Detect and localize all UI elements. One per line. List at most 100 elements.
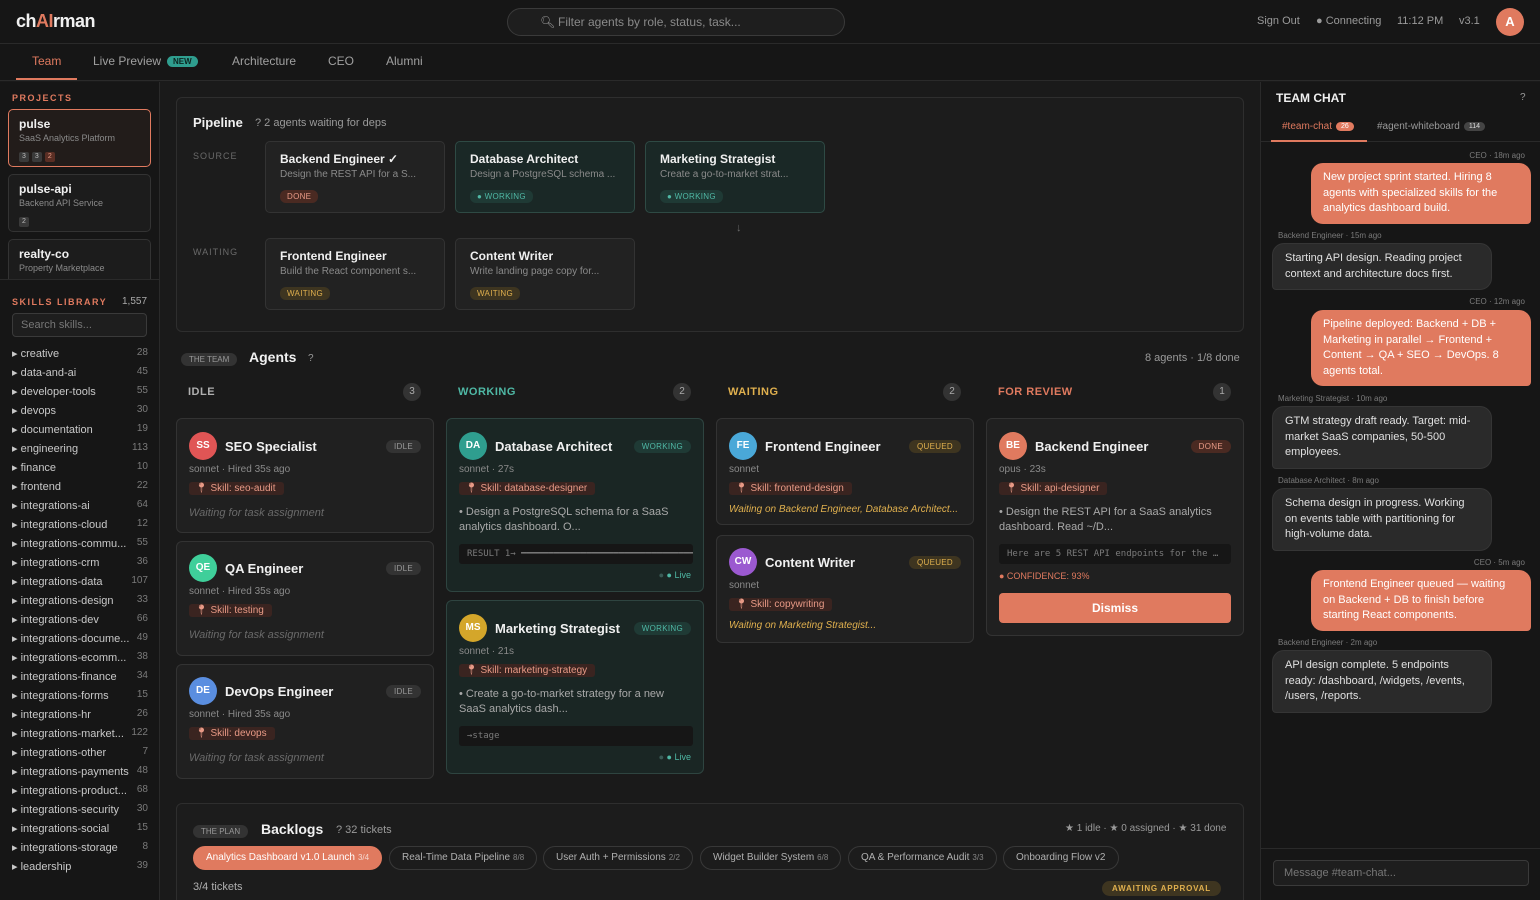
skill-category-name: ▸ integrations-design	[12, 595, 114, 607]
skill-category-item[interactable]: ▸ integrations-product... 68	[12, 784, 148, 803]
agents-help[interactable]: ?	[308, 353, 314, 364]
agent-card-seo-specialist[interactable]: SS SEO Specialist IDLE sonnet · Hired 35…	[176, 418, 434, 533]
agent-card-devops-engineer[interactable]: DE DevOps Engineer IDLE sonnet · Hired 3…	[176, 664, 434, 779]
agent-meta: sonnet · 27s	[459, 464, 515, 475]
skill-category-item[interactable]: ▸ integrations-finance 34	[12, 670, 148, 689]
version-label: v3.1	[1459, 15, 1480, 27]
chat-tab-agent-whiteboard[interactable]: #agent-whiteboard 114	[1377, 121, 1486, 132]
tab-architecture[interactable]: Architecture	[232, 54, 296, 68]
agent-card-backend-engineer[interactable]: BE Backend Engineer DONE opus · 23s 📍︎ S…	[986, 418, 1244, 636]
chat-tabs: #team-chat 26 #agent-whiteboard 114	[1261, 115, 1540, 142]
skill-category-name: ▸ integrations-data	[12, 576, 103, 588]
column-count: 2	[673, 383, 691, 401]
chat-tab-team-chat[interactable]: #team-chat 26	[1282, 121, 1354, 132]
tab-live-preview[interactable]: Live Preview NEW	[93, 54, 198, 68]
skill-category-item[interactable]: ▸ integrations-ecomm... 38	[12, 651, 148, 670]
sign-out-link[interactable]: Sign Out	[1257, 15, 1300, 27]
pipeline-card-database-architect[interactable]: Database Architect Design a PostgreSQL s…	[455, 141, 635, 213]
agent-result-preview[interactable]: RESULT 1→ ━━━━━━━━━━━━━━━━━━━━━━━━━━━━━━…	[459, 544, 693, 564]
chat-composer: Message #team-chat...	[1261, 848, 1540, 900]
skill-category-item[interactable]: ▸ leadership 39	[12, 860, 148, 879]
skill-category-item[interactable]: ▸ documentation 19	[12, 423, 148, 442]
agent-meta: opus · 23s	[999, 464, 1046, 475]
agent-task-desc: • Design a PostgreSQL schema for a SaaS …	[459, 506, 669, 533]
skill-category-item[interactable]: ▸ engineering 113	[12, 442, 148, 461]
skill-category-item[interactable]: ▸ developer-tools 55	[12, 385, 148, 404]
source-lane-label: SOURCE	[193, 151, 238, 161]
skill-category-item[interactable]: ▸ frontend 22	[12, 480, 148, 499]
project-name: realty-co	[19, 247, 70, 261]
skill-category-count: 22	[136, 480, 148, 491]
skill-category-item[interactable]: ▸ data-and-ai 45	[12, 366, 148, 385]
agent-avatar: BE	[999, 432, 1027, 460]
skill-category-count: 49	[136, 632, 148, 643]
dismiss-button[interactable]: Dismiss	[999, 593, 1231, 623]
app-logo[interactable]: chAIrman	[16, 11, 96, 32]
skill-category-item[interactable]: ▸ integrations-cloud 12	[12, 518, 148, 537]
backlog-tab-user-auth[interactable]: User Auth + Permissions 2/2	[543, 846, 693, 870]
skill-category-item[interactable]: ▸ integrations-crm 36	[12, 556, 148, 575]
skill-category-item[interactable]: ▸ integrations-hr 26	[12, 708, 148, 727]
agent-avatar: SS	[189, 432, 217, 460]
agent-card-frontend-engineer[interactable]: FE Frontend Engineer QUEUED sonnet 📍︎ Sk…	[716, 418, 974, 525]
pipeline-subtitle[interactable]: ? 2 agents waiting for deps	[255, 117, 386, 129]
agent-card-marketing-strategist[interactable]: MS Marketing Strategist WORKING sonnet ·…	[446, 600, 704, 774]
skill-category-item[interactable]: ▸ integrations-docume... 49	[12, 632, 148, 651]
column-count: 3	[403, 383, 421, 401]
skill-category-count: 30	[136, 803, 148, 814]
projects-header: PROJECTS	[12, 93, 73, 103]
skill-category-item[interactable]: ▸ integrations-commu... 55	[12, 537, 148, 556]
project-pulse-api[interactable]: pulse-api Backend API Service 2	[8, 174, 151, 232]
backlogs-subtitle[interactable]: ? 32 tickets	[336, 824, 392, 836]
connection-status: ● Connecting	[1316, 15, 1382, 27]
skill-category-item[interactable]: ▸ devops 30	[12, 404, 148, 423]
chat-message-input[interactable]: Message #team-chat...	[1273, 860, 1529, 886]
column-count: 2	[943, 383, 961, 401]
skill-category-item[interactable]: ▸ integrations-design 33	[12, 594, 148, 613]
pipeline-card-frontend-engineer[interactable]: Frontend Engineer Build the React compon…	[265, 238, 445, 310]
chat-help[interactable]: ?	[1520, 92, 1526, 103]
skill-category-item[interactable]: ▸ integrations-storage 8	[12, 841, 148, 860]
tab-alumni[interactable]: Alumni	[386, 54, 423, 68]
skill-category-item[interactable]: ▸ integrations-dev 66	[12, 613, 148, 632]
pin-icon: 📍︎	[465, 665, 481, 676]
pipeline-card-content-writer[interactable]: Content Writer Write landing page copy f…	[455, 238, 635, 310]
skill-category-item[interactable]: ▸ integrations-data 107	[12, 575, 148, 594]
skill-category-item[interactable]: ▸ finance 10	[12, 461, 148, 480]
user-avatar[interactable]: A	[1496, 8, 1524, 36]
skill-category-item[interactable]: ▸ integrations-security 30	[12, 803, 148, 822]
agent-card-content-writer[interactable]: CW Content Writer QUEUED sonnet 📍︎ Skill…	[716, 535, 974, 643]
pipeline-card-backend-engineer[interactable]: Backend Engineer ✓ Design the REST API f…	[265, 141, 445, 213]
backlog-tab-onboarding-flow[interactable]: Onboarding Flow v2	[1003, 846, 1119, 870]
skill-category-item[interactable]: ▸ integrations-market... 122	[12, 727, 148, 746]
agent-avatar: FE	[729, 432, 757, 460]
skill-category-item[interactable]: ▸ creative 28	[12, 347, 148, 366]
backlog-tab-widget-builder[interactable]: Widget Builder System 6/8	[700, 846, 842, 870]
backlog-tab-analytics-dashboard[interactable]: Analytics Dashboard v1.0 Launch 3/4	[193, 846, 383, 870]
skill-category-item[interactable]: ▸ integrations-payments 48	[12, 765, 148, 784]
skill-category-item[interactable]: ▸ integrations-forms 15	[12, 689, 148, 708]
skill-category-item[interactable]: ▸ integrations-social 15	[12, 822, 148, 841]
backlog-tab-realtime-pipeline[interactable]: Real-Time Data Pipeline 8/8	[389, 846, 538, 870]
agent-card-database-architect[interactable]: DA Database Architect WORKING sonnet · 2…	[446, 418, 704, 592]
agent-filter-input[interactable]: 🔍︎ Filter agents by role, status, task...	[507, 8, 845, 36]
skill-category-item[interactable]: ▸ integrations-ai 64	[12, 499, 148, 518]
agent-result-preview[interactable]: Here are 5 REST API endpoints for the …	[999, 544, 1231, 564]
agent-result-preview[interactable]: →stage	[459, 726, 693, 746]
skill-category-item[interactable]: ▸ integrations-other 7	[12, 746, 148, 765]
skill-category-count: 26	[136, 708, 148, 719]
the-plan-tag: THE PLAN	[193, 825, 249, 838]
agent-card-qa-engineer[interactable]: QE QA Engineer IDLE sonnet · Hired 35s a…	[176, 541, 434, 656]
pipeline-panel: Pipeline ? 2 agents waiting for deps SOU…	[176, 97, 1244, 332]
project-chip: 3	[31, 152, 42, 162]
project-pulse[interactable]: pulse SaaS Analytics Platform 332	[8, 109, 151, 167]
tab-team[interactable]: Team	[32, 54, 61, 68]
backlog-tab-qa-audit[interactable]: QA & Performance Audit 3/3	[848, 846, 997, 870]
skill-category-count: 122	[131, 727, 148, 738]
skill-category-name: ▸ integrations-security	[12, 804, 120, 816]
project-realty-co[interactable]: realty-co Property Marketplace	[8, 239, 151, 279]
skill-category-count: 28	[136, 347, 148, 358]
tab-ceo[interactable]: CEO	[328, 54, 354, 68]
skills-search-input[interactable]: Search skills...	[12, 313, 147, 337]
pipeline-card-marketing-strategist[interactable]: Marketing Strategist Create a go-to-mark…	[645, 141, 825, 213]
